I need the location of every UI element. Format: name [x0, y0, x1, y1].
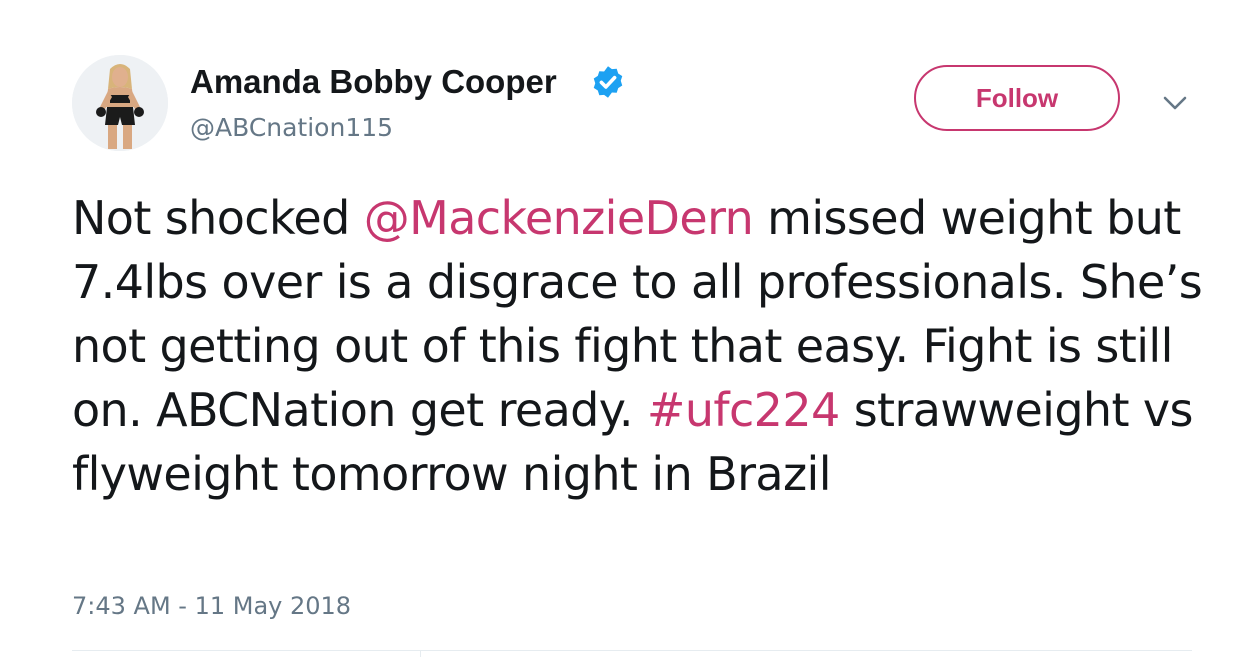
tweet-text: Not shocked @MackenzieDern missed weight… — [72, 186, 1222, 506]
follow-button[interactable]: Follow — [914, 65, 1120, 131]
verified-badge-icon — [590, 64, 626, 100]
tweet-card: Amanda Bobby Cooper @ABCnation115 Follow… — [0, 0, 1256, 657]
chevron-down-icon[interactable] — [1160, 90, 1190, 116]
user-handle[interactable]: @ABCnation115 — [190, 112, 393, 144]
divider — [420, 650, 421, 657]
hashtag-link[interactable]: #ufc224 — [647, 383, 840, 437]
avatar[interactable] — [72, 55, 168, 151]
divider — [72, 650, 1192, 651]
display-name[interactable]: Amanda Bobby Cooper — [190, 62, 557, 102]
tweet-timestamp[interactable]: 7:43 AM - 11 May 2018 — [72, 590, 351, 622]
tweet-text-segment: Not shocked — [72, 191, 364, 245]
mention-link[interactable]: @MackenzieDern — [364, 191, 754, 245]
